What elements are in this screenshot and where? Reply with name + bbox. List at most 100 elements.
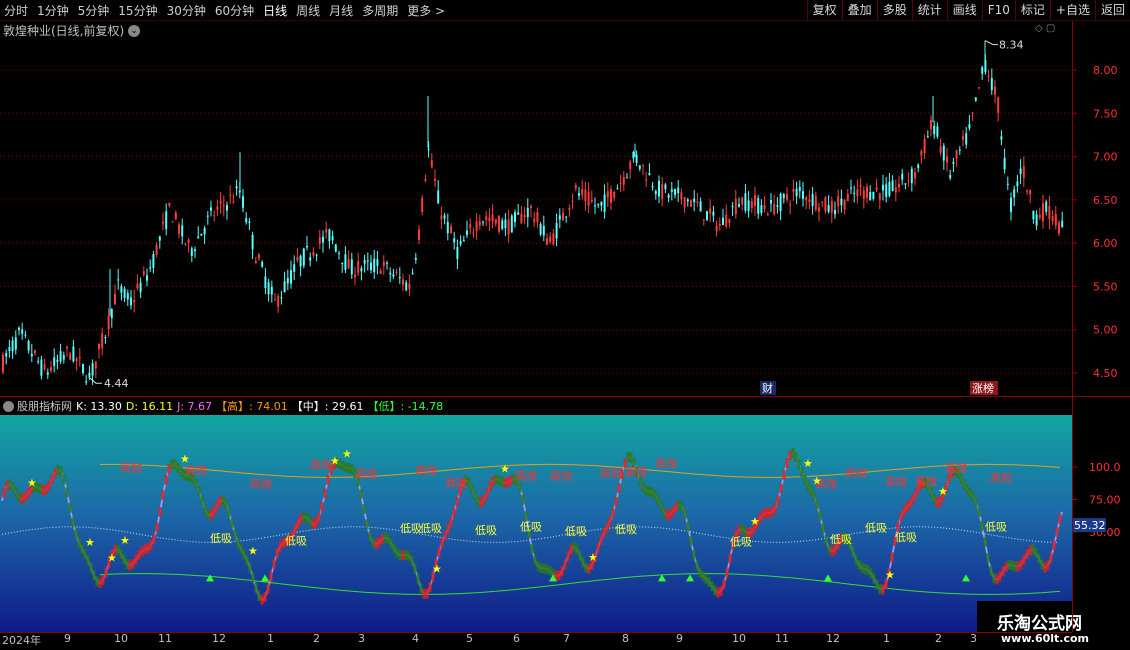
candle-body xyxy=(376,259,379,266)
toolbar-button-6[interactable]: 标记 xyxy=(1014,0,1050,20)
candle-body xyxy=(354,274,356,278)
candle-body xyxy=(104,337,107,339)
candle-body xyxy=(507,219,510,235)
candle-body xyxy=(827,204,830,212)
candle-body xyxy=(168,202,171,207)
candle-body xyxy=(344,254,347,270)
candle-body xyxy=(491,214,494,222)
collapse-icon[interactable] xyxy=(3,400,14,412)
candle-body xyxy=(946,156,948,163)
period-tab-9[interactable]: 多周期 xyxy=(358,2,403,19)
period-tab-8[interactable]: 月线 xyxy=(325,2,358,19)
candle-body xyxy=(965,133,968,145)
candle-body xyxy=(296,257,299,261)
candle-body xyxy=(485,216,488,221)
candle-body xyxy=(558,215,561,220)
candle-body xyxy=(850,187,852,189)
candle-body xyxy=(1048,206,1051,220)
candle-body xyxy=(712,211,715,216)
top-gainer-badge[interactable]: 涨榜 xyxy=(970,381,998,395)
candle-body xyxy=(1045,201,1048,212)
low-buy-label: 低吸 xyxy=(520,521,542,534)
date-tick-label: 8 xyxy=(622,632,629,645)
toolbar-button-0[interactable]: 复权 xyxy=(806,0,842,20)
candle-body xyxy=(1054,214,1057,226)
candle-body xyxy=(18,327,20,330)
candle-body xyxy=(702,219,705,221)
period-tab-1[interactable]: 1分钟 xyxy=(33,2,74,19)
candle-body xyxy=(555,223,558,239)
candle-body xyxy=(174,212,177,220)
candle-body xyxy=(24,334,27,336)
candle-body xyxy=(107,315,110,330)
candle-body xyxy=(917,164,920,169)
candle-body xyxy=(210,207,212,211)
toolbar-button-3[interactable]: 统计 xyxy=(911,0,947,20)
high-throw-label: 高抛 xyxy=(120,460,142,474)
high-marker xyxy=(984,40,998,46)
toolbar-button-4[interactable]: 画线 xyxy=(946,0,982,20)
candle-body xyxy=(795,188,798,197)
candle-body xyxy=(472,232,475,234)
candle-body xyxy=(142,271,145,275)
candle-body xyxy=(693,198,696,203)
period-tab-5[interactable]: 60分钟 xyxy=(211,2,259,19)
toolbar-button-8[interactable]: 返回 xyxy=(1094,0,1130,20)
candle-body xyxy=(389,272,392,275)
period-tab-7[interactable]: 周线 xyxy=(292,2,325,19)
toolbar-button-2[interactable]: 多股 xyxy=(876,0,912,20)
date-tick-label: 1 xyxy=(883,632,890,645)
financial-badge[interactable]: 财 xyxy=(760,381,776,395)
candle-body xyxy=(843,199,846,210)
candle-body xyxy=(635,154,638,163)
price-tick-label: 5.50 xyxy=(1093,280,1118,293)
indicator-chart[interactable]: 100.075.0050.0055.32高抛 高抛高抛高抛高抛 高抛高抛高抛 高抛 高抛… xyxy=(0,415,1130,632)
candlestick-chart[interactable]: 8.00 7.50 7.00 6.50 6.00 5.50 5.00 4.50 8.34 4.44… xyxy=(0,21,1130,396)
star-icon: ★ xyxy=(180,453,190,466)
candle-body xyxy=(674,188,676,195)
candle-body xyxy=(725,214,728,227)
star-icon: ★ xyxy=(27,477,37,490)
candle-body xyxy=(1051,216,1054,222)
candle-body xyxy=(302,248,305,266)
period-tab-6[interactable]: 日线 xyxy=(259,2,292,19)
period-tab-4[interactable]: 30分钟 xyxy=(163,2,211,19)
period-tab-0[interactable]: 分时 xyxy=(0,2,33,19)
toolbar-button-1[interactable]: 叠加 xyxy=(841,0,877,20)
candle-body xyxy=(526,207,529,217)
candle-body xyxy=(318,237,321,244)
candle-body xyxy=(773,203,776,215)
toolbar-button-7[interactable]: +自选 xyxy=(1049,0,1095,20)
candle-body xyxy=(792,188,795,192)
candle-body xyxy=(958,149,961,151)
candle-body xyxy=(962,136,964,140)
star-icon: ★ xyxy=(248,544,258,557)
candle-body xyxy=(632,151,635,159)
candle-body xyxy=(360,268,363,272)
period-tab-3[interactable]: 15分钟 xyxy=(114,2,162,19)
candle-body xyxy=(722,217,724,225)
watermark: 乐淘公式网 www.60lt.com xyxy=(977,601,1130,650)
candle-body xyxy=(510,215,513,233)
candle-body xyxy=(434,178,436,181)
candle-body xyxy=(437,190,440,204)
toolbar-button-5[interactable]: F10 xyxy=(981,0,1015,20)
candle-body xyxy=(69,353,72,360)
candle-body xyxy=(718,223,721,226)
period-tab-2[interactable]: 5分钟 xyxy=(74,2,115,19)
candle-body xyxy=(1029,189,1032,195)
candle-body xyxy=(738,204,740,207)
candle-body xyxy=(446,222,449,234)
candle-body xyxy=(978,87,980,89)
candle-body xyxy=(763,204,766,209)
bottom-border xyxy=(0,632,1072,633)
period-tab-10[interactable]: 更多 > xyxy=(403,2,450,19)
candle-body xyxy=(626,177,628,179)
candle-body xyxy=(350,259,353,275)
d-value: D: 16.11 xyxy=(125,399,174,413)
candle-body xyxy=(933,125,936,135)
candle-body xyxy=(331,236,334,241)
candle-body xyxy=(398,276,401,279)
candle-body xyxy=(466,230,468,235)
candle-body xyxy=(306,246,308,248)
